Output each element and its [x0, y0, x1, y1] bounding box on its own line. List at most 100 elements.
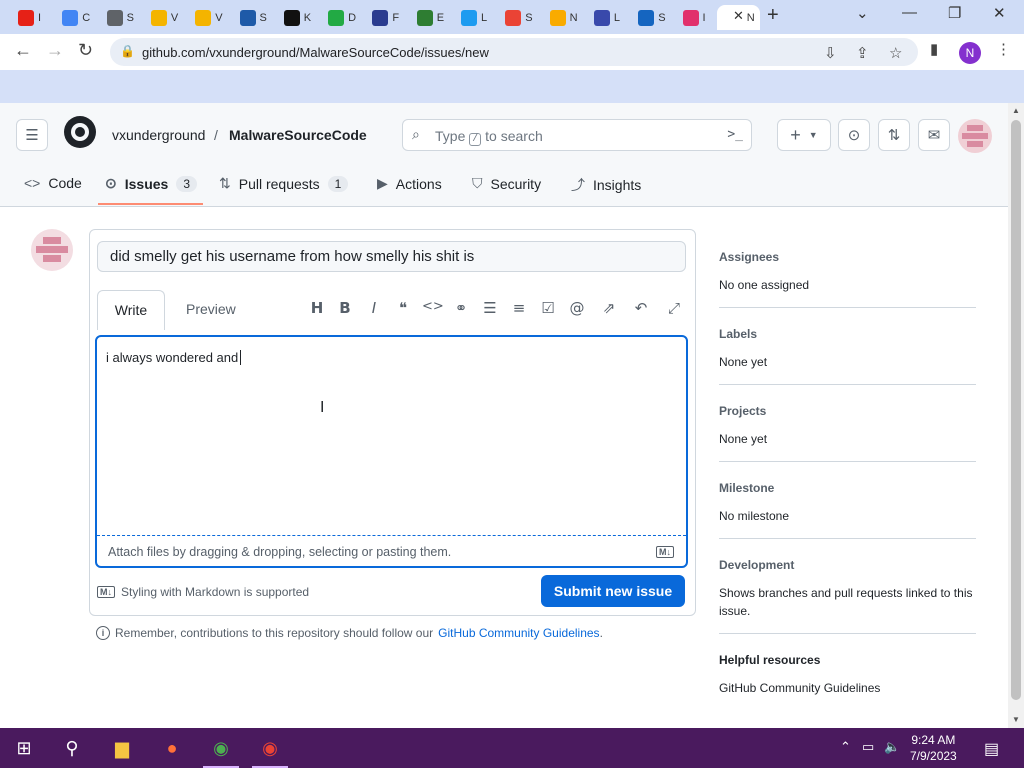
browser-tab[interactable]: D	[318, 5, 361, 30]
search-icon[interactable]: ⚲	[60, 736, 84, 760]
tab-issues[interactable]: ⊙ Issues 3	[105, 175, 198, 192]
browser-menu-icon[interactable]: ⋮	[996, 40, 1011, 58]
cross-reference-icon[interactable]: ⇗	[599, 299, 619, 317]
helpful-guidelines-link[interactable]: GitHub Community Guidelines	[719, 679, 976, 697]
browser-tab[interactable]: N	[540, 5, 583, 30]
browser-tab[interactable]: S	[628, 5, 671, 30]
ordered-list-icon[interactable]: ≡	[509, 299, 529, 317]
system-clock[interactable]: 9:24 AM 7/9/2023	[910, 732, 957, 764]
firefox-icon[interactable]: ●	[160, 736, 184, 760]
browser-tab[interactable]: I	[673, 5, 716, 30]
scroll-down-icon[interactable]: ▼	[1012, 715, 1020, 724]
back-icon[interactable]: ←	[14, 40, 32, 61]
chrome-profile-icon[interactable]: ◉	[258, 736, 282, 760]
tab-actions[interactable]: ▶ Actions	[377, 175, 442, 192]
task-list-icon[interactable]: ☑	[538, 299, 558, 317]
windows-start-icon[interactable]: ⊞	[12, 736, 36, 760]
github-logo-icon[interactable]	[64, 116, 96, 148]
italic-icon[interactable]: I	[364, 299, 384, 317]
browser-tab[interactable]: C	[52, 5, 95, 30]
browser-tab[interactable]: L	[584, 5, 627, 30]
issues-icon[interactable]: ⊙	[838, 119, 870, 151]
volume-icon[interactable]: 🔈	[884, 739, 900, 755]
play-icon: ▶	[377, 175, 388, 191]
bold-icon[interactable]: B	[335, 299, 355, 317]
scroll-up-icon[interactable]: ▲	[1012, 106, 1020, 115]
side-panel-icon[interactable]: ▮	[930, 40, 938, 58]
sidebar-milestone[interactable]: Milestone No milestone	[719, 481, 976, 525]
community-guidelines-link[interactable]: GitHub Community Guidelines	[438, 626, 599, 640]
fullscreen-icon[interactable]: ⤢	[664, 299, 684, 317]
browser-tab[interactable]: S	[97, 5, 140, 30]
tray-chevron-icon[interactable]: ⌃	[840, 739, 851, 755]
mention-icon[interactable]: @	[567, 299, 587, 317]
tab-preview[interactable]: Preview	[178, 290, 244, 330]
chrome-icon[interactable]: ◉	[209, 736, 233, 760]
close-tab-icon[interactable]: ✕	[733, 8, 744, 24]
file-explorer-icon[interactable]: ▆	[110, 736, 134, 760]
browser-tab[interactable]: S	[230, 5, 273, 30]
code-icon[interactable]: <>	[422, 299, 444, 314]
browser-tab[interactable]: S	[495, 5, 538, 30]
tab-security[interactable]: ⛉ Security	[472, 175, 541, 192]
command-palette-icon[interactable]: >_	[727, 127, 743, 142]
tab-code[interactable]: <> Code	[24, 175, 82, 191]
lock-icon[interactable]: 🔒	[120, 44, 135, 58]
notifications-icon[interactable]: ▤	[984, 739, 999, 759]
user-avatar-menu[interactable]	[958, 119, 992, 153]
repo-name-link[interactable]: MalwareSourceCode	[229, 127, 367, 143]
issue-title-input[interactable]: did smelly get his username from how sme…	[97, 241, 686, 272]
tab-search-icon[interactable]: ⌄	[856, 4, 869, 22]
sidebar-projects[interactable]: Projects None yet	[719, 404, 976, 448]
info-icon: i	[96, 626, 110, 640]
heading-icon[interactable]: H	[307, 299, 327, 317]
sidebar-assignees[interactable]: Assignees No one assigned	[719, 250, 976, 294]
search-input[interactable]: ⌕ Type / to search >_	[402, 119, 752, 151]
tab-pull-requests[interactable]: ⇅ Pull requests 1	[219, 175, 349, 192]
attach-files-hint[interactable]: Attach files by dragging & dropping, sel…	[108, 545, 451, 559]
browser-tab[interactable]: E	[407, 5, 450, 30]
tab-insights[interactable]: ⤴ Insights	[571, 175, 641, 195]
saved-replies-icon[interactable]: ↶	[631, 299, 651, 317]
restore-icon[interactable]: ❐	[948, 4, 961, 22]
new-tab-button[interactable]: +	[767, 4, 779, 27]
network-icon[interactable]: ▭	[862, 739, 874, 755]
markdown-icon: M↓	[656, 546, 674, 558]
close-window-icon[interactable]: ✕	[993, 4, 1006, 22]
repo-owner-link[interactable]: vxunderground	[112, 127, 205, 143]
issue-body-textarea[interactable]: i always wondered and Attach files by dr…	[95, 335, 688, 568]
breadcrumb-separator: /	[214, 127, 218, 143]
submit-new-issue-button[interactable]: Submit new issue	[541, 575, 685, 607]
share-icon[interactable]: ⇪	[856, 44, 869, 62]
link-icon[interactable]: ⚭	[451, 299, 471, 317]
minimize-icon[interactable]: —	[902, 4, 917, 21]
browser-tab[interactable]: V	[141, 5, 184, 30]
labels-value: None yet	[719, 355, 768, 369]
inbox-icon[interactable]: ✉	[918, 119, 950, 151]
profile-avatar[interactable]: N	[959, 42, 981, 64]
tab-title: D	[348, 11, 357, 24]
plus-icon: +	[790, 124, 801, 145]
sidebar-development[interactable]: Development Shows branches and pull requ…	[719, 558, 976, 620]
text-cursor-icon: I	[320, 399, 325, 416]
page-scrollbar[interactable]: ▲ ▼	[1008, 103, 1024, 728]
browser-tab[interactable]: L	[451, 5, 494, 30]
bookmark-star-icon[interactable]: ☆	[889, 44, 902, 62]
forward-icon[interactable]: →	[46, 40, 64, 61]
install-icon[interactable]: ⇩	[824, 44, 837, 62]
browser-tab[interactable]: I	[8, 5, 51, 30]
scrollbar-thumb[interactable]	[1011, 120, 1021, 700]
browser-tab[interactable]: V	[185, 5, 228, 30]
sidebar-labels[interactable]: Labels None yet	[719, 327, 976, 371]
hamburger-menu-icon[interactable]: ☰	[16, 119, 48, 151]
create-new-button[interactable]: + ▼	[777, 119, 831, 151]
browser-tab[interactable]: K	[274, 5, 317, 30]
pull-requests-icon[interactable]: ⇅	[878, 119, 910, 151]
contribution-guidelines-note: i Remember, contributions to this reposi…	[96, 626, 603, 640]
address-bar[interactable]: 🔒 github.com/vxunderground/MalwareSource…	[110, 38, 918, 66]
tab-write[interactable]: Write	[97, 290, 165, 330]
quote-icon[interactable]: ❝	[393, 299, 413, 317]
unordered-list-icon[interactable]: ☰	[480, 299, 500, 317]
browser-tab[interactable]: F	[362, 5, 405, 30]
reload-icon[interactable]: ↻	[78, 40, 93, 61]
